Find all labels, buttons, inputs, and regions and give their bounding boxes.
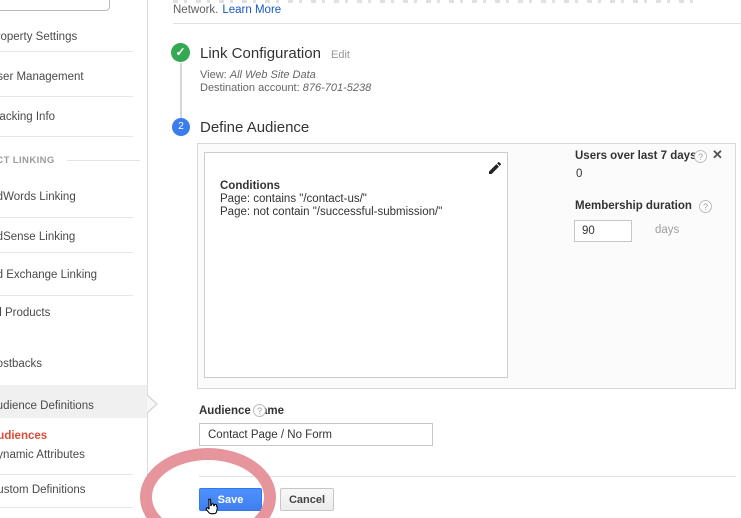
sidebar-item-tracking-info[interactable]: Tracking Info xyxy=(0,111,55,124)
sidebar-item-ad-exchange-linking[interactable]: Ad Exchange Linking xyxy=(0,269,97,282)
step2-badge: 2 xyxy=(172,118,190,136)
save-button[interactable]: Save xyxy=(199,488,262,511)
users-7days-value: 0 xyxy=(576,168,582,180)
step1-destination-line: Destination account: 876-701-5238 xyxy=(200,82,371,94)
membership-duration-input[interactable] xyxy=(574,220,632,242)
divider xyxy=(199,476,736,477)
sidebar-item-audiences[interactable]: Audiences xyxy=(0,430,47,443)
divider xyxy=(67,160,140,161)
analytics-admin-page: Property Settings User Management Tracki… xyxy=(0,0,741,518)
membership-duration-label: Membership duration xyxy=(575,200,692,212)
sidebar-item-dynamic-attributes[interactable]: Dynamic Attributes xyxy=(0,449,85,462)
admin-sidebar: Property Settings User Management Tracki… xyxy=(0,0,148,518)
edit-pencil-icon[interactable] xyxy=(487,160,503,176)
cancel-button[interactable]: Cancel xyxy=(280,488,334,511)
divider xyxy=(0,96,133,97)
selected-section-arrow-icon xyxy=(147,396,156,412)
destination-label: Destination account: xyxy=(200,82,300,94)
step1-check-icon: ✓ xyxy=(171,43,190,62)
sidebar-item-audience-definitions[interactable]: Audience Definitions xyxy=(0,400,94,413)
help-icon[interactable]: ? xyxy=(694,150,707,163)
step1-view-line: View: All Web Site Data xyxy=(200,69,316,81)
learn-more-link[interactable]: Learn More xyxy=(222,4,281,16)
sidebar-item-adsense-linking[interactable]: AdSense Linking xyxy=(0,231,75,244)
sidebar-item-postbacks[interactable]: Postbacks xyxy=(0,358,42,371)
condition-rule: Page: contains "/contact-us/" xyxy=(220,193,367,205)
search-input[interactable] xyxy=(0,0,110,11)
view-value: All Web Site Data xyxy=(230,69,316,81)
clipped-text-fragment xyxy=(173,0,693,3)
condition-rule: Page: not contain "/successful-submissio… xyxy=(220,206,442,218)
intro-text: Network. Learn More xyxy=(173,4,281,16)
help-icon[interactable]: ? xyxy=(699,200,712,213)
audience-name-input[interactable] xyxy=(199,423,433,446)
close-icon[interactable]: ✕ xyxy=(712,148,723,161)
days-unit-label: days xyxy=(655,224,679,236)
divider xyxy=(0,252,133,253)
sidebar-item-user-management[interactable]: User Management xyxy=(0,71,84,84)
step2-title: Define Audience xyxy=(200,119,309,136)
destination-value: 876-701-5238 xyxy=(303,82,372,94)
divider xyxy=(0,136,133,137)
divider xyxy=(0,217,133,218)
divider xyxy=(173,23,741,24)
step1-title: Link Configuration xyxy=(200,45,321,62)
divider xyxy=(0,51,133,52)
sidebar-section-product-linking: PRODUCT LINKING xyxy=(0,155,55,166)
stepper-connector xyxy=(180,63,182,118)
sidebar-item-custom-definitions[interactable]: Custom Definitions xyxy=(0,484,86,497)
sidebar-item-property-settings[interactable]: Property Settings xyxy=(0,31,77,44)
divider xyxy=(0,295,133,296)
divider xyxy=(0,474,133,475)
divider xyxy=(0,507,133,508)
intro-sentence-end: Network. xyxy=(173,4,218,16)
users-7days-label: Users over last 7 days xyxy=(575,150,696,162)
audience-name-label: Audience name xyxy=(199,405,284,417)
view-label: View: xyxy=(200,69,227,81)
edit-link[interactable]: Edit xyxy=(331,49,350,61)
sidebar-item-adwords-linking[interactable]: AdWords Linking xyxy=(0,191,76,204)
sidebar-item-all-products[interactable]: All Products xyxy=(0,307,50,320)
conditions-title: Conditions xyxy=(220,180,280,192)
help-icon[interactable]: ? xyxy=(253,404,266,417)
